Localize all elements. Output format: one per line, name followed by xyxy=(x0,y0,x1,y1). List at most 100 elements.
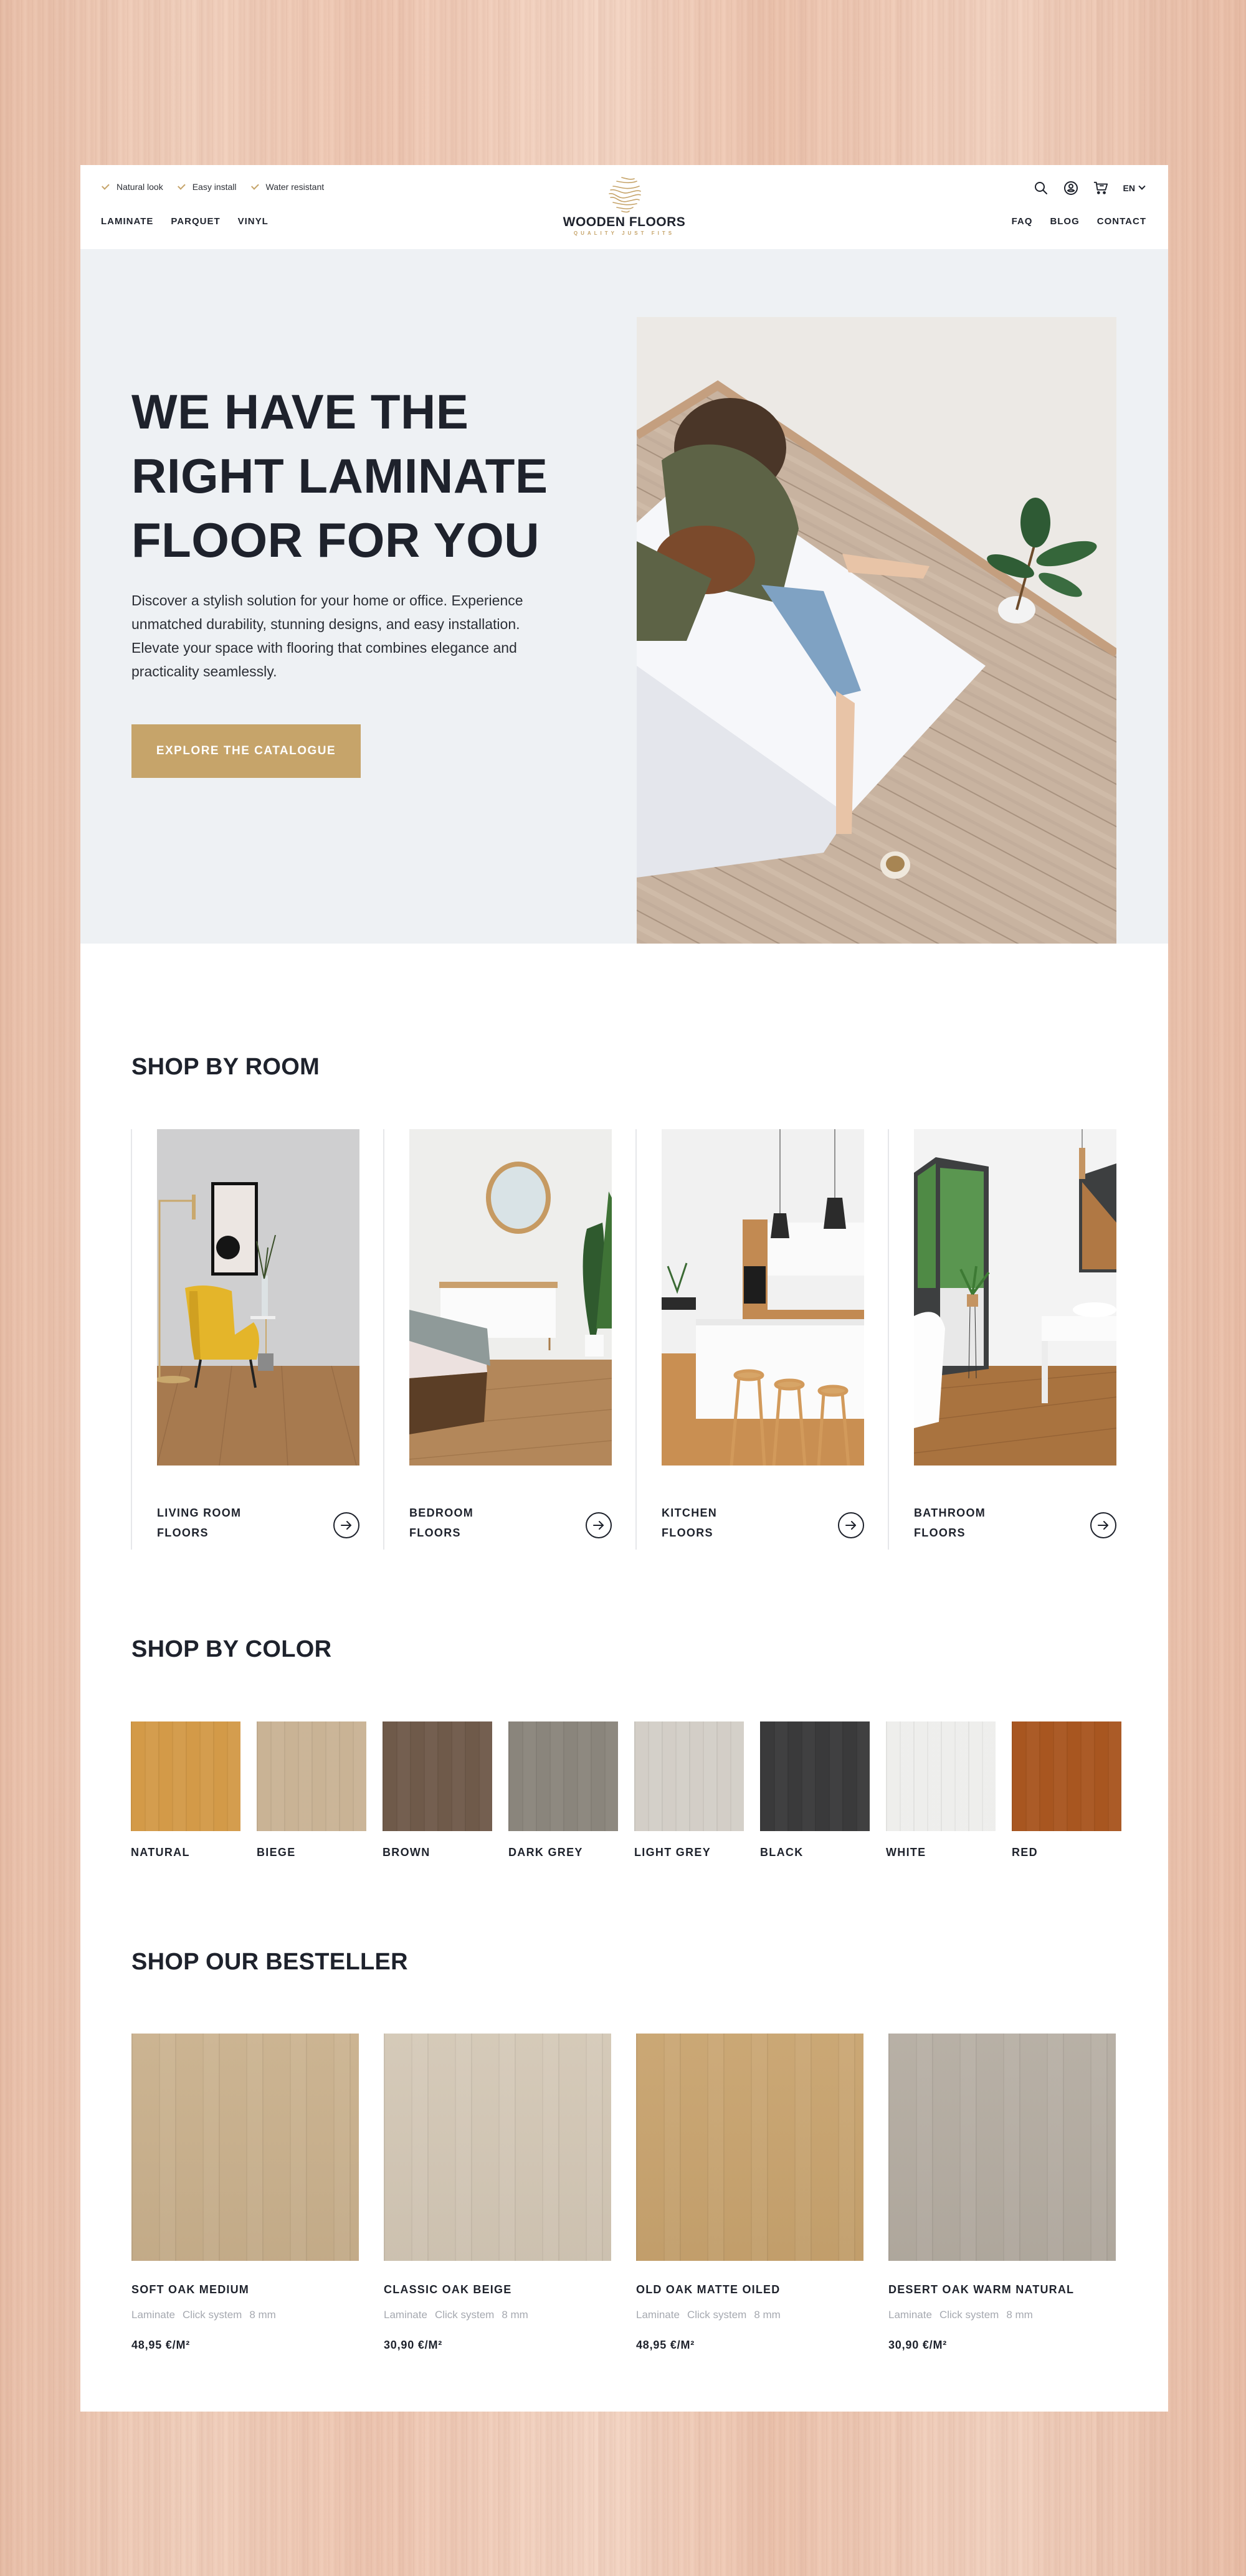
site-header: Natural look Easy install Water resistan… xyxy=(80,165,1168,249)
color-swatch xyxy=(760,1721,870,1831)
color-swatch xyxy=(886,1721,996,1831)
product-card[interactable]: CLASSIC OAK BEIGE Laminate Click system 8 m… xyxy=(384,2034,611,2352)
language-selector[interactable]: EN xyxy=(1123,182,1146,193)
search-icon[interactable] xyxy=(1034,181,1049,196)
product-price: 48,95 €/M² xyxy=(636,2339,695,2351)
product-attribute: Click system xyxy=(182,2309,242,2321)
color-item-dark-grey[interactable]: DARK GREY xyxy=(508,1721,618,1859)
color-item-biege[interactable]: BIEGE xyxy=(257,1721,366,1859)
product-name: CLASSIC OAK BEIGE xyxy=(384,2283,512,2296)
color-label: DARK GREY xyxy=(508,1846,583,1859)
room-list: LIVING ROOM FLOORS BEDROOM FLOORS KITCHE… xyxy=(131,1129,1117,1550)
utility-nav: EN xyxy=(1034,181,1146,196)
product-image xyxy=(131,2034,359,2261)
room-label: BEDROOM FLOORS xyxy=(409,1507,474,1539)
nav-vinyl[interactable]: VINYL xyxy=(238,216,269,227)
room-card-kitchen[interactable]: KITCHEN FLOORS xyxy=(635,1129,888,1550)
arrow-right-icon[interactable] xyxy=(586,1512,612,1538)
color-swatch xyxy=(257,1721,366,1831)
usp-bar: Natural look Easy install Water resistan… xyxy=(102,181,325,192)
product-image xyxy=(636,2034,863,2261)
room-label: KITCHEN FLOORS xyxy=(662,1507,718,1539)
color-swatch xyxy=(131,1721,240,1831)
usp-label: Easy install xyxy=(192,182,237,192)
site-logo[interactable]: WOODEN FLOORS QUALITY JUST FITS xyxy=(562,175,687,236)
shop-by-room-title: SHOP BY ROOM xyxy=(131,1054,320,1080)
room-label: BATHROOM FLOORS xyxy=(914,1507,986,1539)
color-item-brown[interactable]: BROWN xyxy=(383,1721,492,1859)
arrow-right-icon[interactable] xyxy=(1090,1512,1116,1538)
product-attribute: Click system xyxy=(434,2309,495,2321)
product-price: 30,90 €/M² xyxy=(888,2339,948,2351)
room-image xyxy=(662,1129,864,1466)
product-attribute: Click system xyxy=(939,2309,999,2321)
arrow-right-icon[interactable] xyxy=(333,1512,359,1538)
product-attribute: 8 mm xyxy=(754,2309,781,2321)
product-attribute: 8 mm xyxy=(1006,2309,1033,2321)
product-card[interactable]: DESERT OAK WARM NATURAL Laminate Click sys… xyxy=(888,2034,1116,2352)
check-icon xyxy=(250,181,259,190)
check-icon xyxy=(177,181,186,190)
product-card[interactable]: SOFT OAK MEDIUM Laminate Click system 8 mm 4… xyxy=(131,2034,359,2352)
hero-section: WE HAVE THE RIGHT LAMINATE FLOOR FOR YOU… xyxy=(80,249,1168,944)
nav-contact[interactable]: CONTACT xyxy=(1097,216,1146,227)
product-card[interactable]: OLD OAK MATTE OILED Laminate Click system 8… xyxy=(636,2034,863,2352)
color-swatch xyxy=(508,1721,618,1831)
chevron-down-icon xyxy=(1138,182,1146,190)
usp-item: Easy install xyxy=(177,181,237,192)
color-item-natural[interactable]: NATURAL xyxy=(131,1721,240,1859)
color-item-light-grey[interactable]: LIGHT GREY xyxy=(634,1721,744,1859)
product-meta: Laminate Click system 8 mm xyxy=(384,2309,611,2321)
color-item-white[interactable]: WHITE xyxy=(886,1721,996,1859)
nav-laminate[interactable]: LAMINATE xyxy=(101,216,153,227)
room-label: LIVING ROOM FLOORS xyxy=(157,1507,242,1539)
room-card-bathroom[interactable]: BATHROOM FLOORS xyxy=(888,1129,1140,1550)
room-image xyxy=(914,1129,1116,1466)
color-label: BROWN xyxy=(383,1846,430,1859)
product-meta: Laminate Click system 8 mm xyxy=(636,2309,863,2321)
shop-by-color-title: SHOP BY COLOR xyxy=(131,1636,332,1662)
arrow-right-icon[interactable] xyxy=(838,1512,864,1538)
primary-nav: LAMINATE PARQUET VINYL xyxy=(101,216,269,227)
color-label: BLACK xyxy=(760,1846,804,1859)
bestseller-title: SHOP OUR BESTELLER xyxy=(131,1949,408,1975)
product-attribute: Laminate xyxy=(888,2309,932,2321)
nav-blog[interactable]: BLOG xyxy=(1050,216,1079,227)
room-card-living-room[interactable]: LIVING ROOM FLOORS xyxy=(131,1129,383,1550)
product-price: 48,95 €/M² xyxy=(131,2339,191,2351)
language-label: EN xyxy=(1123,183,1135,193)
product-meta: Laminate Click system 8 mm xyxy=(131,2309,359,2321)
color-item-red[interactable]: RED xyxy=(1012,1721,1121,1859)
secondary-nav: FAQ BLOG CONTACT xyxy=(1012,216,1146,227)
hero-description: Discover a stylish solution for your hom… xyxy=(131,592,523,680)
page-container: Natural look Easy install Water resistan… xyxy=(80,165,1168,2412)
color-swatch xyxy=(634,1721,744,1831)
color-item-black[interactable]: BLACK xyxy=(760,1721,870,1859)
usp-item: Natural look xyxy=(102,181,163,192)
usp-label: Water resistant xyxy=(265,182,325,192)
account-icon[interactable] xyxy=(1063,181,1078,196)
product-attribute: Laminate xyxy=(384,2309,427,2321)
explore-catalogue-button[interactable]: EXPLORE THE CATALOGUE xyxy=(131,724,361,778)
room-card-bedroom[interactable]: BEDROOM FLOORS xyxy=(383,1129,635,1550)
product-attribute: Laminate xyxy=(636,2309,680,2321)
nav-faq[interactable]: FAQ xyxy=(1012,216,1033,227)
nav-parquet[interactable]: PARQUET xyxy=(171,216,220,227)
color-label: WHITE xyxy=(886,1846,926,1859)
check-icon xyxy=(102,181,110,190)
room-image xyxy=(409,1129,612,1466)
product-attribute: 8 mm xyxy=(502,2309,528,2321)
product-list: SOFT OAK MEDIUM Laminate Click system 8 mm 4… xyxy=(131,2034,1116,2352)
usp-item: Water resistant xyxy=(250,181,325,192)
product-name: DESERT OAK WARM NATURAL xyxy=(888,2283,1075,2296)
room-image xyxy=(157,1129,359,1466)
cart-icon[interactable] xyxy=(1093,181,1108,196)
color-list: NATURAL BIEGE BROWN DARK GREY LIGHT GREY BLAC… xyxy=(131,1721,1121,1859)
color-label: NATURAL xyxy=(131,1846,190,1859)
color-label: LIGHT GREY xyxy=(634,1846,711,1859)
product-name: OLD OAK MATTE OILED xyxy=(636,2283,781,2296)
logo-tagline: QUALITY JUST FITS xyxy=(573,230,675,236)
product-name: SOFT OAK MEDIUM xyxy=(131,2283,249,2296)
hero-image xyxy=(637,317,1116,944)
product-price: 30,90 €/M² xyxy=(384,2339,443,2351)
